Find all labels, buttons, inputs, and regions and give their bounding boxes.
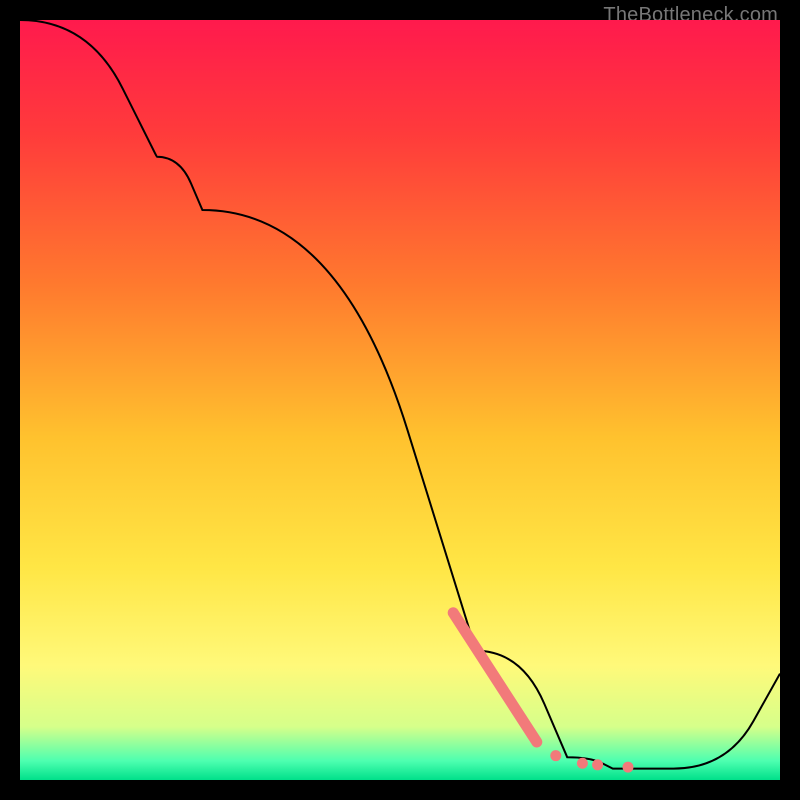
chart-frame: TheBottleneck.com (0, 0, 800, 800)
highlight-dot (550, 750, 561, 761)
plot-area (20, 20, 780, 780)
gradient-background (20, 20, 780, 780)
highlight-dot (592, 759, 603, 770)
highlight-dot (577, 758, 588, 769)
highlight-dot (623, 762, 634, 773)
chart-svg (20, 20, 780, 780)
